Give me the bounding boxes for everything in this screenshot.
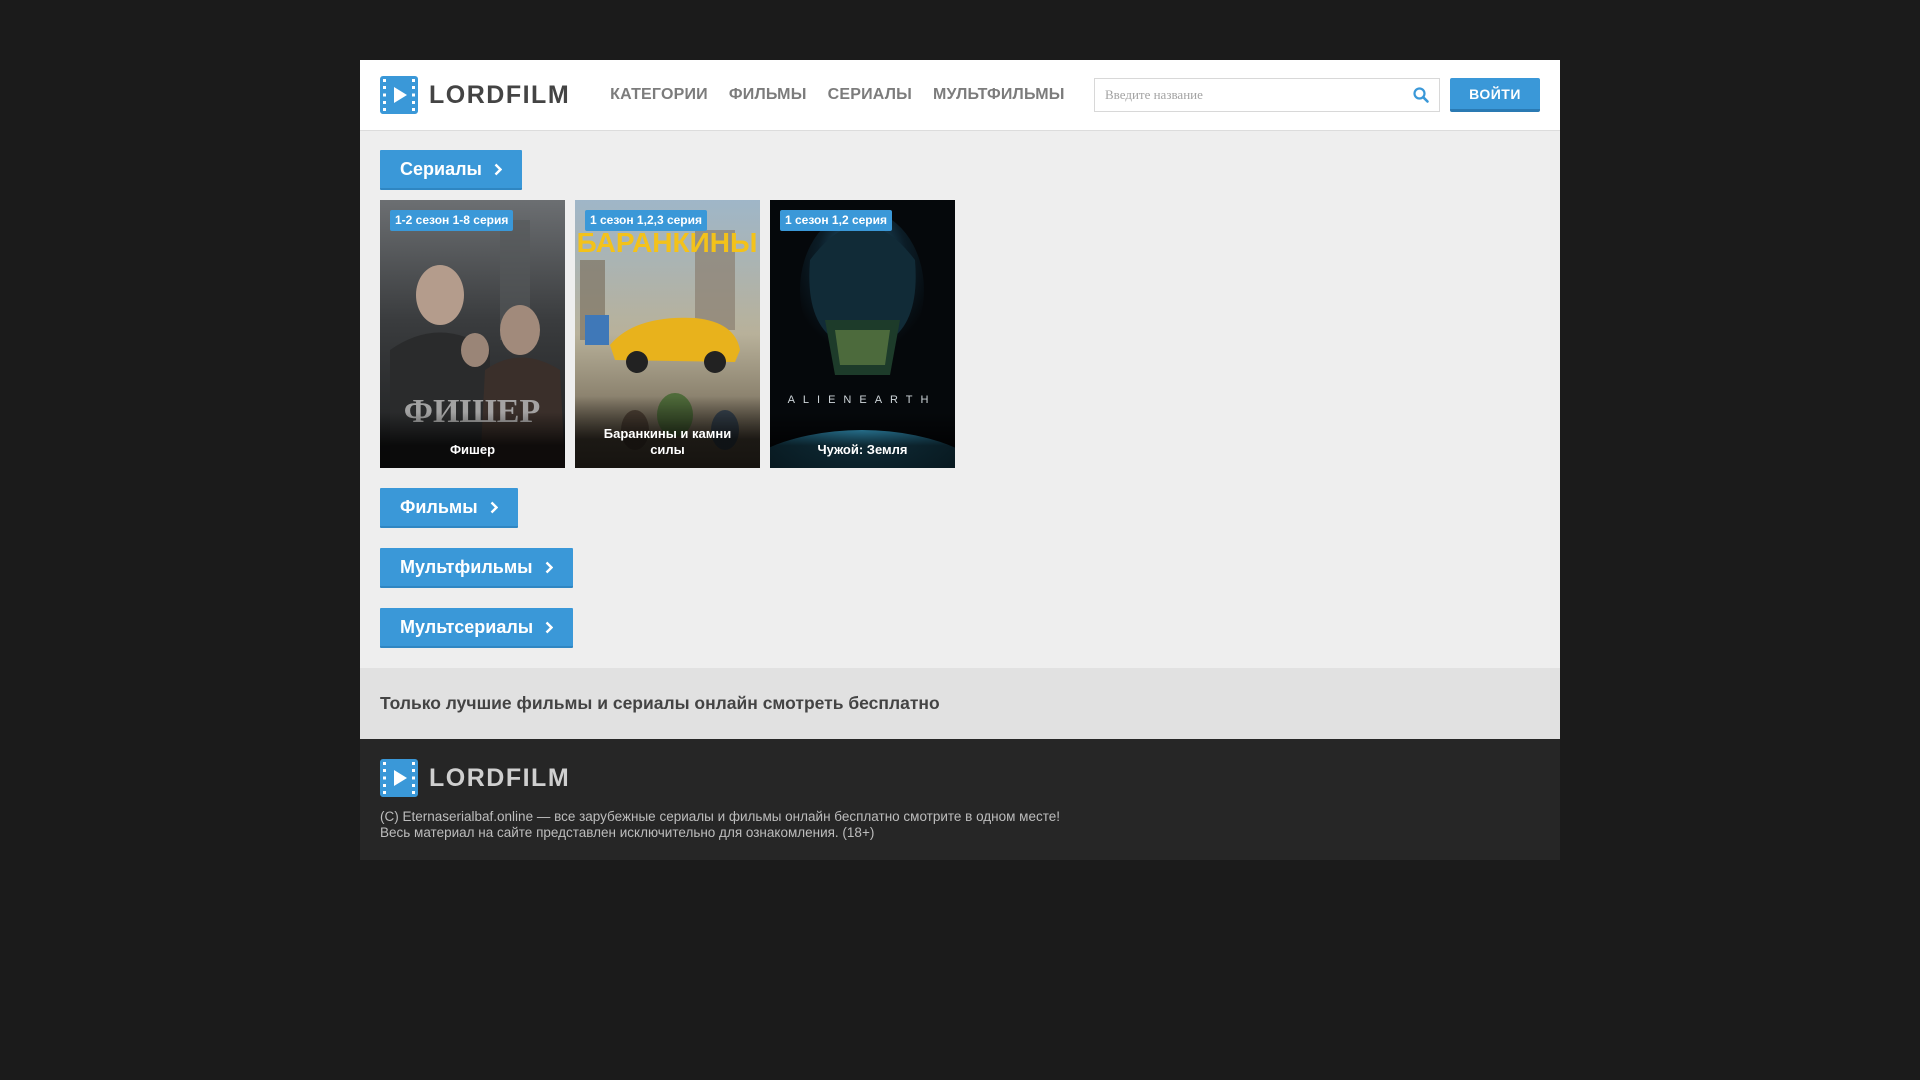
page-wrapper: LORDFILM КАТЕГОРИИ ФИЛЬМЫ СЕРИАЛЫ МУЛЬТФ… (360, 60, 1560, 860)
site-tagline: Только лучшие фильмы и сериалы онлайн см… (360, 668, 1560, 739)
episode-badge: 1 сезон 1,2,3 серия (585, 210, 708, 231)
section-cartoons-button[interactable]: Мультфильмы (380, 548, 573, 588)
logo-text: LORDFILM (429, 80, 571, 109)
site-header: LORDFILM КАТЕГОРИИ ФИЛЬМЫ СЕРИАЛЫ МУЛЬТФ… (360, 60, 1560, 131)
section-series-button[interactable]: Сериалы (380, 150, 522, 190)
nav-categories[interactable]: КАТЕГОРИИ (610, 86, 708, 104)
chevron-right-icon (490, 501, 498, 513)
section-films: Фильмы (380, 488, 1540, 528)
footer-line-1: (C) Eternaserialbaf.online — все зарубеж… (380, 809, 1061, 824)
card-alien-earth[interactable]: ALIENEARTH 1 сезон 1,2 серия Чужой: Земл… (770, 200, 955, 468)
footer-line-2: Весь материал на сайте представлен исклю… (380, 825, 875, 840)
section-series: Сериалы 1-2 сезон 1-8 серия Фишер БАРАНК… (380, 150, 1540, 468)
series-cards: ФИШЕР 1-2 сезон 1-8 серия Фишер (380, 200, 1540, 468)
section-cartoons: Мультфильмы (380, 548, 1540, 588)
chevron-right-icon (494, 163, 502, 175)
footer-logo[interactable]: LORDFILM (380, 759, 1540, 797)
episode-badge: 1-2 сезон 1-8 серия (390, 210, 514, 231)
site-footer: LORDFILM (C) Eternaserialbaf.online — вс… (360, 739, 1560, 860)
section-animated-series-button[interactable]: Мультсериалы (380, 608, 574, 648)
card-title: Фишер (380, 412, 565, 468)
nav-series[interactable]: СЕРИАЛЫ (828, 86, 912, 104)
login-button[interactable]: ВОЙТИ (1450, 78, 1540, 112)
main-content: Сериалы 1-2 сезон 1-8 серия Фишер БАРАНК… (360, 131, 1560, 668)
site-logo[interactable]: LORDFILM (380, 76, 570, 114)
episode-badge: 1 сезон 1,2 серия (780, 210, 893, 231)
section-label: Сериалы (400, 158, 482, 179)
chevron-right-icon (545, 621, 554, 633)
logo-text: LORDFILM (429, 763, 571, 792)
film-play-icon (380, 76, 418, 114)
nav-cartoons[interactable]: МУЛЬТФИЛЬМЫ (933, 86, 1065, 104)
section-label: Мультфильмы (400, 556, 533, 577)
section-label: Мультсериалы (400, 616, 534, 637)
section-films-button[interactable]: Фильмы (380, 488, 518, 528)
search-box (1094, 78, 1440, 112)
card-title: Баранкины и камни силы (575, 396, 760, 468)
section-animated-series: Мультсериалы (380, 608, 1540, 648)
card-fisher[interactable]: ФИШЕР 1-2 сезон 1-8 серия Фишер (380, 200, 565, 468)
search-icon[interactable] (1411, 85, 1431, 105)
chevron-right-icon (545, 561, 553, 573)
card-barankiny[interactable]: БАРАНКИНЫ 1 сезон 1,2,3 серия Баранкины … (575, 200, 760, 468)
nav-films[interactable]: ФИЛЬМЫ (729, 86, 807, 104)
card-title: Чужой: Земля (770, 412, 955, 468)
svg-text:ALIENEARTH: ALIENEARTH (788, 394, 937, 406)
film-play-icon (380, 759, 418, 797)
main-nav: КАТЕГОРИИ ФИЛЬМЫ СЕРИАЛЫ МУЛЬТФИЛЬМЫ (610, 86, 1086, 104)
footer-copyright: (C) Eternaserialbaf.online — все зарубеж… (380, 809, 1540, 841)
section-label: Фильмы (400, 496, 478, 517)
search-input[interactable] (1095, 79, 1405, 111)
svg-text:БАРАНКИНЫ: БАРАНКИНЫ (577, 227, 758, 258)
